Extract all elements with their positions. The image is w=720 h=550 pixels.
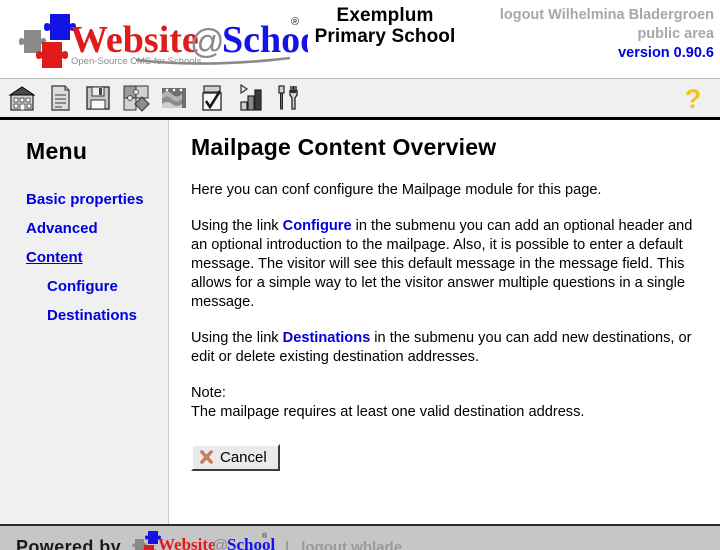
page-title: Mailpage Content Overview (191, 134, 497, 160)
users-group-icon[interactable] (158, 82, 190, 114)
puzzle-modules-icon[interactable] (120, 82, 152, 114)
school-name: Exemplum Primary School (300, 5, 470, 47)
svg-text:Open-Source CMS for Schools: Open-Source CMS for Schools (71, 56, 202, 67)
note-label: Note: (191, 385, 226, 401)
school-name-line2: Primary School (314, 26, 456, 47)
svg-text:School: School (227, 535, 275, 550)
floppy-disk-save-icon[interactable] (82, 82, 114, 114)
configure-link[interactable]: Configure (283, 218, 352, 234)
cancel-button[interactable]: Cancel (191, 444, 280, 471)
puzzle-pieces-icon (19, 14, 76, 68)
note-paragraph: Note: The mailpage requires at least one… (191, 384, 708, 422)
main-toolbar: ? (0, 78, 720, 120)
application-window: Website @ School Open-Source CMS for Sch… (0, 0, 720, 550)
school-name-line1: Exemplum (336, 5, 434, 26)
area-label: public area (637, 26, 714, 42)
svg-text:?: ? (685, 84, 702, 114)
sidebar-title: Menu (26, 138, 88, 164)
footer-separator: | (285, 539, 290, 550)
svg-text:Website: Website (70, 19, 199, 61)
page-footer: Powered by Website @ School Open source … (0, 524, 720, 550)
footer-puzzle-pieces-icon (132, 531, 162, 550)
note-text: The mailpage requires at least one valid… (191, 404, 585, 420)
page-document-icon[interactable] (44, 82, 76, 114)
checklist-clipboard-icon[interactable] (196, 82, 228, 114)
intro-paragraph: Here you can conf configure the Mailpage… (191, 182, 602, 198)
logo-graphic: Website @ School Open-Source CMS for Sch… (19, 14, 308, 68)
bar-chart-statistics-icon[interactable] (234, 82, 266, 114)
svg-text:®: ® (291, 16, 299, 28)
website-at-school-logo[interactable]: Website @ School Open-Source CMS for Sch… (8, 8, 308, 70)
page-header: Website @ School Open-Source CMS for Sch… (0, 0, 720, 78)
body-area: Menu Basic properties Advanced Content C… (0, 120, 720, 524)
red-cross-cancel-icon (200, 450, 213, 464)
version-label: version 0.90.6 (618, 45, 714, 61)
destinations-text-before: Using the link (191, 330, 283, 346)
sidebar-item-destinations[interactable]: Destinations (47, 307, 137, 324)
sidebar-item-content[interactable]: Content (26, 249, 83, 266)
sidebar-item-configure[interactable]: Configure (47, 278, 118, 295)
question-mark-help-icon[interactable]: ? (680, 84, 706, 114)
destinations-link[interactable]: Destinations (283, 330, 371, 346)
configure-text-before: Using the link (191, 218, 283, 234)
tools-wrench-screwdriver-icon[interactable] (272, 82, 304, 114)
footer-logo-graphic: Website @ School Open source cms for sch… (132, 531, 275, 550)
svg-text:Website: Website (158, 535, 216, 550)
powered-by-label: Powered by (16, 537, 122, 550)
svg-text:@: @ (212, 538, 228, 550)
sidebar-item-advanced[interactable]: Advanced (26, 220, 98, 237)
logout-user-link[interactable]: logout Wilhelmina Bladergroen (500, 6, 714, 25)
svg-text:®: ® (262, 532, 268, 540)
configure-paragraph: Using the link Configure in the submenu … (191, 217, 708, 312)
sidebar-item-basic-properties[interactable]: Basic properties (26, 191, 144, 208)
school-building-icon[interactable] (6, 82, 38, 114)
main-content: Mailpage Content Overview Here you can c… (169, 120, 720, 524)
destinations-paragraph: Using the link Destinations in the subme… (191, 329, 708, 367)
header-status-block: logout Wilhelmina Bladergroen public are… (500, 6, 714, 63)
sidebar-menu: Menu Basic properties Advanced Content C… (0, 120, 169, 524)
footer-logout-link[interactable]: logout wblade (301, 539, 402, 550)
footer-website-at-school-logo[interactable]: Website @ School Open source cms for sch… (129, 529, 279, 550)
cancel-button-label: Cancel (220, 449, 267, 466)
